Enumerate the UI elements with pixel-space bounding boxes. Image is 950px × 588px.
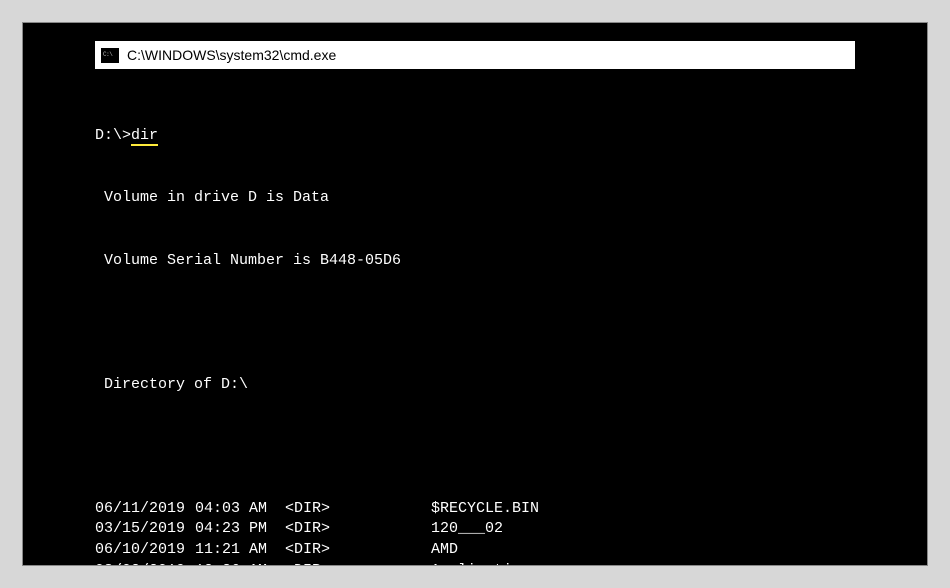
- dir-entry: 08/02/201912:36 AM<DIR>Application: [95, 561, 855, 566]
- prompt-line: D:\>dir: [95, 126, 855, 147]
- entry-name: $RECYCLE.BIN: [431, 499, 539, 520]
- window-title: C:\WINDOWS\system32\cmd.exe: [127, 47, 336, 63]
- entry-date: 03/15/2019: [95, 519, 195, 540]
- directory-of-line: Directory of D:\: [95, 375, 855, 396]
- entry-name: Application: [431, 561, 530, 566]
- title-bar[interactable]: C:\WINDOWS\system32\cmd.exe: [95, 41, 855, 69]
- dir-entry: 06/10/201911:21 AM<DIR>AMD: [95, 540, 855, 561]
- volume-line: Volume in drive D is Data: [95, 188, 855, 209]
- console-window: C:\WINDOWS\system32\cmd.exe D:\>dir Volu…: [22, 22, 928, 566]
- entry-time: 12:36 AM: [195, 561, 285, 566]
- entry-type: <DIR>: [285, 540, 431, 561]
- entry-date: 06/10/2019: [95, 540, 195, 561]
- entry-name: 120___02: [431, 519, 503, 540]
- blank-line: [95, 313, 855, 334]
- entry-type: <DIR>: [285, 499, 431, 520]
- serial-line: Volume Serial Number is B448-05D6: [95, 251, 855, 272]
- prompt-prefix: D:\>: [95, 127, 131, 144]
- entry-date: 06/11/2019: [95, 499, 195, 520]
- entry-time: 11:21 AM: [195, 540, 285, 561]
- entry-date: 08/02/2019: [95, 561, 195, 566]
- terminal-output[interactable]: D:\>dir Volume in drive D is Data Volume…: [95, 85, 855, 566]
- entry-time: 04:23 PM: [195, 519, 285, 540]
- entry-type: <DIR>: [285, 561, 431, 566]
- dir-entry: 06/11/201904:03 AM<DIR>$RECYCLE.BIN: [95, 499, 855, 520]
- cmd-icon: [101, 48, 119, 63]
- blank-line: [95, 437, 855, 458]
- typed-command: dir: [131, 127, 158, 146]
- entry-time: 04:03 AM: [195, 499, 285, 520]
- dir-entry: 03/15/201904:23 PM<DIR>120___02: [95, 519, 855, 540]
- entry-type: <DIR>: [285, 519, 431, 540]
- entry-name: AMD: [431, 540, 458, 561]
- directory-listing: 06/11/201904:03 AM<DIR>$RECYCLE.BIN03/15…: [95, 499, 855, 566]
